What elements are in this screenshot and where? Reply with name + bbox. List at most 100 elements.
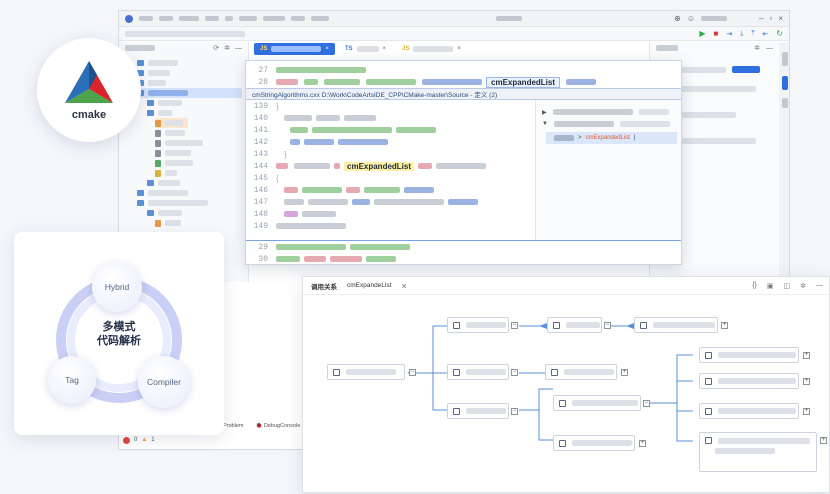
stop-icon[interactable]: ■	[713, 29, 718, 38]
symbol-reference[interactable]: cmExpandedList	[486, 76, 561, 88]
expand-toggle[interactable]: +	[621, 369, 628, 376]
tab[interactable]: TS ×	[339, 43, 392, 55]
tab-debug-console[interactable]: 🐞 DebugConsole	[255, 423, 300, 429]
tree-file[interactable]	[155, 128, 248, 138]
panel-action-button[interactable]	[732, 66, 760, 73]
graph-node[interactable]	[699, 403, 799, 419]
graph-node[interactable]	[634, 317, 718, 333]
tab[interactable]: JS ×	[396, 43, 467, 55]
menu-item[interactable]	[263, 16, 285, 21]
collapse-icon[interactable]: —	[766, 45, 773, 52]
step-over-icon[interactable]: ⇥	[726, 30, 732, 38]
expand-toggle[interactable]: +	[803, 352, 810, 359]
scrollbar-thumb[interactable]	[782, 52, 788, 66]
feature-card: Hybrid Tag Compiler 多模式 代码解析	[14, 232, 224, 435]
collapse-toggle[interactable]: −	[511, 322, 518, 329]
collapse-icon[interactable]: —	[235, 45, 242, 52]
split-icon[interactable]: ◫	[784, 282, 791, 290]
tree-folder[interactable]	[147, 98, 248, 108]
maximize-button[interactable]: ▫	[769, 14, 772, 23]
side-icon[interactable]	[782, 98, 788, 108]
expand-toggle[interactable]: +	[639, 440, 646, 447]
collapse-toggle[interactable]: −	[511, 408, 518, 415]
tree-file[interactable]	[155, 158, 248, 168]
menu-item[interactable]	[205, 16, 219, 21]
expand-toggle[interactable]: +	[803, 408, 810, 415]
tab-problem[interactable]: Problem	[223, 423, 243, 429]
expand-toggle[interactable]: +	[820, 437, 827, 444]
tree-folder[interactable]	[147, 208, 248, 218]
collapse-arrow-icon[interactable]: ▼	[542, 121, 548, 127]
step-out-icon[interactable]: ⤒	[751, 30, 754, 38]
gear-icon[interactable]: ✲	[800, 282, 806, 290]
layout-icon[interactable]: ▣	[767, 282, 774, 290]
graph-node[interactable]	[553, 435, 635, 451]
close-icon[interactable]: ×	[383, 46, 387, 52]
graph-node[interactable]	[553, 395, 641, 411]
graph-node[interactable]	[447, 317, 509, 333]
tree-file[interactable]	[155, 218, 248, 228]
settings-icon[interactable]: ⊕	[674, 14, 681, 23]
run-icon[interactable]: ▶	[699, 29, 705, 38]
menu-item[interactable]	[159, 16, 173, 21]
step-into-icon[interactable]: ⤓	[740, 30, 743, 38]
restart-icon[interactable]: ↻	[776, 29, 783, 38]
close-icon[interactable]: ×	[325, 46, 329, 52]
menu-item[interactable]	[291, 16, 305, 21]
tree-file[interactable]	[155, 168, 248, 178]
expand-icon[interactable]: ▶	[542, 109, 547, 116]
graph-node[interactable]	[699, 347, 799, 363]
expand-toggle[interactable]: +	[721, 322, 728, 329]
peek-file-path[interactable]: cmStringAlgorithms.cxx D:\Work\CodeArtsI…	[246, 88, 681, 100]
error-count[interactable]: 0	[134, 437, 137, 443]
account-icon[interactable]: ☺	[687, 14, 695, 23]
graph-node-root[interactable]	[327, 364, 405, 380]
tab-call-hierarchy[interactable]: 调用关系	[311, 281, 337, 291]
collapse-toggle[interactable]: −	[604, 322, 611, 329]
expand-toggle[interactable]: +	[803, 378, 810, 385]
sync-icon[interactable]: ⟳	[213, 44, 219, 52]
more-icon[interactable]: —	[816, 282, 823, 289]
tree-folder[interactable]	[147, 178, 248, 188]
tree-folder[interactable]	[137, 58, 248, 68]
tab-cmexpandelist[interactable]: cmExpandeList	[347, 282, 391, 289]
tree-folder[interactable]	[147, 108, 248, 118]
menu-item[interactable]	[139, 16, 153, 21]
close-icon[interactable]: ×	[457, 46, 461, 52]
graph-node[interactable]	[447, 364, 509, 380]
code-line: 147	[246, 196, 535, 208]
menu-item[interactable]	[225, 16, 233, 21]
tree-file[interactable]	[155, 138, 248, 148]
symbol-definition[interactable]: cmExpandedList	[344, 161, 415, 171]
gear-icon[interactable]: ✲	[754, 44, 760, 52]
warning-count[interactable]: 1	[151, 437, 154, 443]
menu-item[interactable]	[239, 16, 257, 21]
graph-node-expanded[interactable]	[699, 432, 817, 472]
menu-item[interactable]	[311, 16, 329, 21]
graph-node[interactable]	[545, 364, 617, 380]
bug-icon: 🐞	[255, 423, 264, 429]
collapse-toggle[interactable]: −	[643, 400, 650, 407]
tree-file[interactable]	[155, 148, 248, 158]
minimize-button[interactable]: –	[759, 14, 763, 23]
tree-folder[interactable]	[137, 78, 248, 88]
tree-file[interactable]	[155, 118, 188, 128]
side-icon[interactable]	[782, 76, 788, 90]
tree-folder-selected[interactable]	[137, 88, 242, 98]
code-icon[interactable]: {}	[752, 282, 757, 289]
menu-item[interactable]	[179, 16, 199, 21]
gear-icon[interactable]: ✲	[224, 44, 230, 52]
tree-folder[interactable]	[137, 68, 248, 78]
collapse-toggle[interactable]: −	[409, 369, 416, 376]
close-window-button[interactable]: ×	[778, 14, 783, 23]
close-icon[interactable]: ×	[401, 281, 406, 291]
tree-folder[interactable]	[137, 198, 248, 208]
tree-folder[interactable]	[137, 188, 248, 198]
graph-node[interactable]	[699, 373, 799, 389]
reference-item[interactable]: > cmExpandedList |	[546, 132, 677, 144]
graph-node[interactable]	[447, 403, 509, 419]
collapse-toggle[interactable]: −	[511, 369, 518, 376]
graph-node[interactable]	[547, 317, 602, 333]
tab-active[interactable]: JS ×	[254, 43, 335, 55]
continue-icon[interactable]: ⇤	[762, 30, 768, 38]
